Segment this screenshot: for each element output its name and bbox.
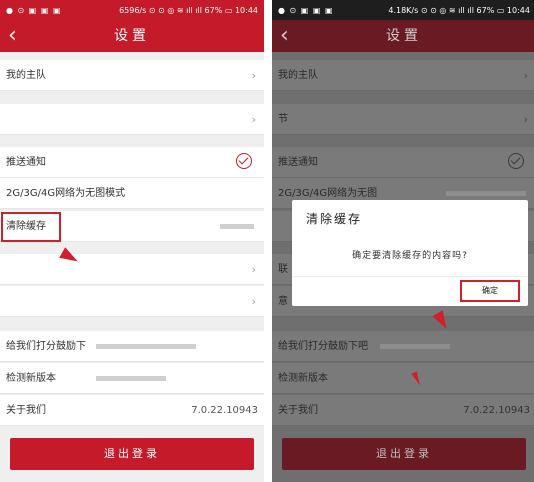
row-label: 联 xyxy=(278,264,288,275)
nav-bar: ‹ 设置 xyxy=(272,20,534,52)
row-my-team[interactable]: 我的主队 › xyxy=(272,60,534,91)
version-text: 7.0.22.10943 xyxy=(463,405,530,416)
row-network-mode[interactable]: 2G/3G/4G网络为无图模式 xyxy=(0,178,264,209)
blurred-text xyxy=(380,344,450,349)
row-label: 给我们打分鼓励下吧 xyxy=(278,341,368,352)
settings-screen-dialog: ● ⊙ ▣ ▣ ▣ 4.18K/s ⊙ ⊙ ◎ ≋ ıll ıll 67% ▭ … xyxy=(272,0,534,482)
blurred-value xyxy=(220,224,254,229)
status-bar: ● ⊙ ▣ ▣ ▣ 4.18K/s ⊙ ⊙ ◎ ≋ ıll ıll 67% ▭ … xyxy=(272,0,534,20)
row-label: 节 xyxy=(278,114,288,125)
clear-cache-dialog: 清除缓存 确定要清除缓存的内容吗? 确定 xyxy=(292,200,528,306)
row-check-update[interactable]: 检测新版本 xyxy=(272,363,534,394)
chevron-right-icon: › xyxy=(523,113,528,126)
blurred-text xyxy=(446,191,526,196)
dialog-divider xyxy=(292,276,528,277)
chevron-right-icon: › xyxy=(251,295,256,308)
blurred-text xyxy=(96,344,196,349)
chevron-right-icon: › xyxy=(251,69,256,82)
status-info: 4.18K/s ⊙ ⊙ ◎ ≋ ıll ıll 67% ▭ 10:44 xyxy=(388,5,530,15)
row-my-team[interactable]: 我的主队 › xyxy=(0,60,264,91)
row-about[interactable]: 关于我们 7.0.22.10943 xyxy=(272,395,534,426)
row-about[interactable]: 关于我们 7.0.22.10943 xyxy=(0,395,264,426)
row-push[interactable]: 推送通知 xyxy=(0,147,264,178)
status-icons: ● ⊙ ▣ ▣ ▣ xyxy=(278,5,334,15)
row-item[interactable]: › xyxy=(0,286,264,317)
row-item[interactable]: › xyxy=(0,254,264,285)
row-label: 推送通知 xyxy=(278,157,318,168)
row-check-update[interactable]: 检测新版本 xyxy=(0,363,264,394)
row-label: 我的主队 xyxy=(6,70,46,81)
row-item[interactable]: 节 › xyxy=(272,104,534,135)
status-bar: ● ⊙ ▣ ▣ ▣ 6596/s ⊙ ⊙ ◎ ≋ ıll ıll 67% ▭ 1… xyxy=(0,0,264,20)
row-label: 意 xyxy=(278,296,288,307)
status-icons: ● ⊙ ▣ ▣ ▣ xyxy=(6,5,62,15)
row-label: 关于我们 xyxy=(6,405,46,416)
chevron-right-icon: › xyxy=(251,263,256,276)
row-label: 推送通知 xyxy=(6,157,46,168)
row-label: 关于我们 xyxy=(278,405,318,416)
status-info: 6596/s ⊙ ⊙ ◎ ≋ ıll ıll 67% ▭ 10:44 xyxy=(119,5,258,15)
check-circle-icon[interactable] xyxy=(508,153,524,169)
version-text: 7.0.22.10943 xyxy=(191,405,258,416)
dialog-title: 清除缓存 xyxy=(306,212,363,226)
row-label: 检测新版本 xyxy=(278,373,328,384)
check-circle-icon[interactable] xyxy=(236,153,252,169)
row-label: 给我们打分鼓励下 xyxy=(6,341,86,352)
annotation-box xyxy=(1,212,61,242)
page-title: 设置 xyxy=(386,28,422,44)
nav-bar: ‹ 设置 xyxy=(0,20,264,52)
row-label: 检测新版本 xyxy=(6,373,56,384)
chevron-right-icon: › xyxy=(523,69,528,82)
row-label: 我的主队 xyxy=(278,70,318,81)
dialog-message: 确定要清除缓存的内容吗? xyxy=(352,251,468,261)
settings-screen: ● ⊙ ▣ ▣ ▣ 6596/s ⊙ ⊙ ◎ ≋ ıll ıll 67% ▭ 1… xyxy=(0,0,264,482)
row-rate-us[interactable]: 给我们打分鼓励下吧 xyxy=(272,331,534,362)
blurred-text xyxy=(96,376,166,381)
row-item[interactable]: › xyxy=(0,104,264,135)
row-push[interactable]: 推送通知 xyxy=(272,147,534,178)
chevron-right-icon: › xyxy=(251,113,256,126)
confirm-button[interactable]: 确定 xyxy=(460,280,520,302)
logout-button[interactable]: 退出登录 xyxy=(10,438,254,470)
page-title: 设置 xyxy=(114,28,150,44)
logout-button[interactable]: 退出登录 xyxy=(282,438,526,470)
row-rate-us[interactable]: 给我们打分鼓励下 xyxy=(0,331,264,362)
row-label: 2G/3G/4G网络为无图模式 xyxy=(6,188,126,199)
